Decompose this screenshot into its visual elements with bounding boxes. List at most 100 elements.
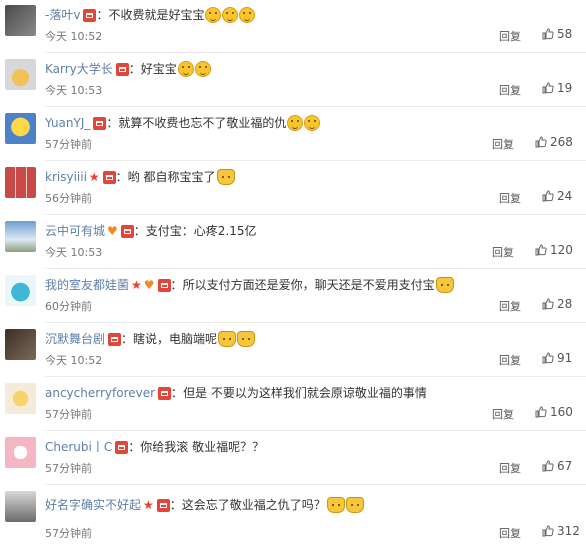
- comment-text: 瞎说，电脑端呢: [133, 332, 218, 346]
- reply-button[interactable]: 回复: [499, 460, 521, 476]
- divider: [45, 430, 586, 431]
- like-button[interactable]: 67: [542, 459, 572, 473]
- avatar[interactable]: [5, 113, 36, 144]
- member-badge-icon: [120, 224, 134, 238]
- like-button[interactable]: 91: [542, 351, 572, 365]
- avatar[interactable]: [5, 383, 36, 414]
- like-button[interactable]: 312: [542, 524, 580, 538]
- timestamp: 57分钟前: [45, 462, 92, 475]
- like-count: 268: [550, 135, 573, 149]
- timestamp: 今天 10:53: [45, 246, 103, 259]
- comment-row: 沉默舞台剧 ： 瞎说，电脑端呢 今天 10:52 回复 91: [0, 324, 586, 377]
- avatar[interactable]: [5, 491, 36, 522]
- vip-star-icon: ★: [88, 170, 100, 184]
- avatar[interactable]: [5, 59, 36, 90]
- username-link[interactable]: 沉默舞台剧: [45, 330, 105, 348]
- thumbs-up-icon: [542, 525, 554, 537]
- username-link[interactable]: YuanYJ_: [45, 114, 90, 132]
- thumbs-up-icon: [542, 352, 554, 364]
- like-count: 312: [557, 524, 580, 538]
- username-link[interactable]: Karry大学长: [45, 60, 113, 78]
- like-count: 58: [557, 27, 573, 41]
- thumbs-up-icon: [542, 298, 554, 310]
- like-button[interactable]: 19: [542, 81, 572, 95]
- smile-emoji-icon: [222, 7, 239, 23]
- username-link[interactable]: 我的室友都娃菌: [45, 276, 129, 294]
- thumbs-up-icon: [542, 460, 554, 472]
- username-link[interactable]: 云中可有城: [45, 222, 105, 240]
- divider: [45, 484, 586, 485]
- reply-button[interactable]: 回复: [499, 352, 521, 368]
- comment-row: 好名字确实不好起 ★ ： 这会忘了敬业福之仇了吗？ 57分钟前 回复 312: [0, 486, 586, 545]
- cat-emoji-icon: [218, 331, 237, 347]
- avatar[interactable]: [5, 221, 36, 252]
- avatar[interactable]: [5, 275, 36, 306]
- comment-text: 不收费就是好宝宝: [108, 8, 205, 22]
- vip-star-icon: ★: [131, 278, 142, 292]
- comment-list: -落叶v ： 不收费就是好宝宝 今天 10:52 回复 58 Karry大学长 …: [0, 0, 586, 545]
- member-badge-icon: [158, 386, 172, 400]
- reply-button[interactable]: 回复: [492, 136, 514, 152]
- reply-button[interactable]: 回复: [499, 28, 521, 44]
- comment-row: ancycherryforever ： 但是 不要以为这样我们就会原谅敬业福的事…: [0, 378, 586, 431]
- timestamp: 56分钟前: [45, 192, 92, 205]
- username-link[interactable]: ancycherryforever: [45, 384, 155, 402]
- reply-button[interactable]: 回复: [499, 190, 521, 206]
- member-badge-icon: [157, 278, 171, 292]
- timestamp: 57分钟前: [45, 408, 92, 421]
- username-link[interactable]: krisyiiii: [45, 168, 87, 186]
- vip-star-icon: ★: [143, 498, 154, 512]
- avatar[interactable]: [5, 329, 36, 360]
- comment-row: krisyiiii ★ ： 哟 都自称宝宝了 56分钟前 回复 24: [0, 162, 586, 215]
- reply-button[interactable]: 回复: [492, 406, 514, 422]
- username-link[interactable]: -落叶v: [45, 6, 80, 24]
- avatar[interactable]: [5, 167, 36, 198]
- member-badge-icon: [83, 8, 97, 22]
- thumbs-up-icon: [535, 136, 547, 148]
- username-link[interactable]: 好名字确实不好起: [45, 496, 141, 514]
- timestamp: 60分钟前: [45, 300, 92, 313]
- reply-button[interactable]: 回复: [492, 244, 514, 260]
- reply-button[interactable]: 回复: [499, 82, 521, 98]
- smile-emoji-icon: [239, 7, 256, 23]
- like-button[interactable]: 120: [535, 243, 573, 257]
- like-count: 160: [550, 405, 573, 419]
- like-button[interactable]: 268: [535, 135, 573, 149]
- like-button[interactable]: 28: [542, 297, 572, 311]
- like-button[interactable]: 24: [542, 189, 572, 203]
- comment-text: 好宝宝: [140, 62, 177, 76]
- comment-text: 就算不收费也忘不了敬业福的仇: [118, 116, 287, 130]
- reply-button[interactable]: 回复: [499, 298, 521, 314]
- cat-emoji-icon: [216, 169, 235, 185]
- comment-text: 所以支付方面还是爱你，聊天还是不爱用支付宝: [182, 278, 435, 292]
- comment-row: 云中可有城 ♥ ： 支付宝：心疼2.15亿 今天 10:53 回复 120: [0, 216, 586, 269]
- like-count: 28: [557, 297, 573, 311]
- cat-emoji-icon: [435, 277, 454, 293]
- thumbs-up-icon: [535, 406, 547, 418]
- heart-badge-icon: ♥: [107, 224, 118, 238]
- smile-emoji-icon: [205, 7, 222, 23]
- sweat-emoji-icon: [287, 115, 304, 131]
- laugh-emoji-icon: [194, 61, 211, 77]
- avatar[interactable]: [5, 5, 36, 36]
- divider: [45, 322, 586, 323]
- avatar[interactable]: [5, 437, 36, 468]
- divider: [45, 160, 586, 161]
- like-button[interactable]: 160: [535, 405, 573, 419]
- username-link[interactable]: Cherubi丨C: [45, 438, 112, 456]
- comment-text: 这会忘了敬业福之仇了吗？: [181, 498, 326, 512]
- thumbs-up-icon: [542, 82, 554, 94]
- member-badge-icon: [156, 498, 170, 512]
- cat-emoji-icon: [345, 497, 364, 513]
- comment-row: YuanYJ_ ： 就算不收费也忘不了敬业福的仇 57分钟前 回复 268: [0, 108, 586, 161]
- comment-row: Cherubi丨C ： 你给我滚 敬业福呢？？ 57分钟前 回复 67: [0, 432, 586, 485]
- laugh-emoji-icon: [177, 61, 194, 77]
- timestamp: 今天 10:52: [45, 354, 103, 367]
- comment-row: -落叶v ： 不收费就是好宝宝 今天 10:52 回复 58: [0, 0, 586, 53]
- like-count: 67: [557, 459, 573, 473]
- reply-button[interactable]: 回复: [499, 525, 521, 541]
- like-button[interactable]: 58: [542, 27, 572, 41]
- thumbs-up-icon: [542, 190, 554, 202]
- divider: [45, 376, 586, 377]
- like-count: 19: [557, 81, 573, 95]
